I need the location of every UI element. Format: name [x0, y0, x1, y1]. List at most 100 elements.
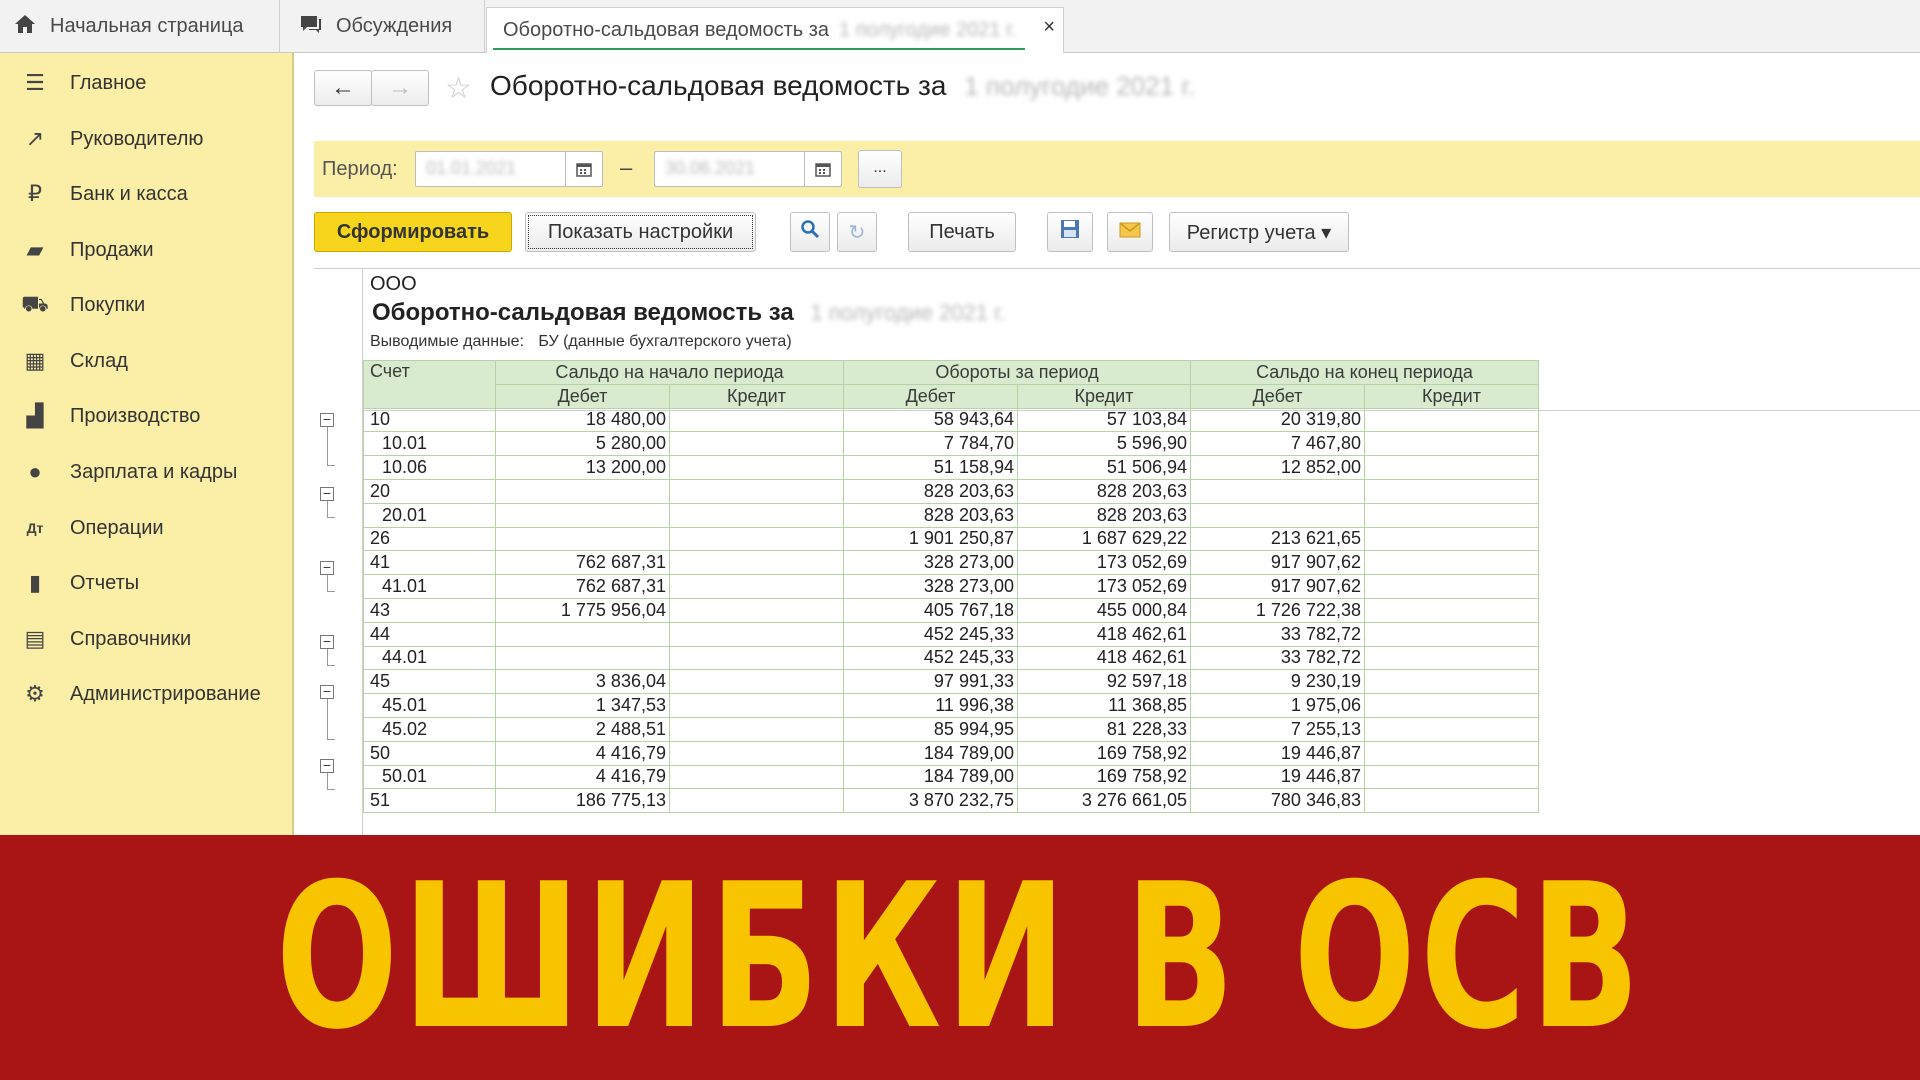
amount-cell[interactable]	[669, 597, 844, 623]
collapse-icon[interactable]: −	[320, 486, 334, 501]
amount-cell[interactable]: 828 203,63	[843, 502, 1018, 528]
calendar-icon[interactable]	[804, 152, 841, 186]
calendar-icon[interactable]	[565, 152, 602, 186]
amount-cell[interactable]: 3 836,04	[495, 669, 670, 695]
amount-cell[interactable]	[669, 788, 844, 814]
sidebar-item-production[interactable]: ▟ Производство	[0, 394, 294, 438]
account-cell[interactable]: 45.02	[363, 716, 496, 742]
amount-cell[interactable]	[669, 407, 844, 433]
amount-cell[interactable]: 917 907,62	[1190, 574, 1365, 599]
amount-cell[interactable]: 11 996,38	[843, 693, 1018, 718]
account-cell[interactable]: 20.01	[363, 502, 496, 528]
amount-cell[interactable]	[1364, 621, 1539, 647]
account-cell[interactable]: 45.01	[363, 693, 496, 718]
amount-cell[interactable]: 9 230,19	[1190, 669, 1365, 695]
amount-cell[interactable]: 828 203,63	[843, 478, 1018, 504]
collapse-icon[interactable]: −	[320, 684, 334, 699]
table-row[interactable]: 50.01 4 416,79 184 789,00 169 758,92 19 446,…	[363, 764, 1539, 790]
amount-cell[interactable]	[1364, 550, 1539, 576]
forward-button[interactable]: →	[371, 70, 429, 106]
date-to-field[interactable]: 30.06.2021	[654, 151, 842, 187]
table-row[interactable]: 45.01 1 347,53 11 996,38 11 368,85 1 975,06	[363, 693, 1539, 718]
sidebar-item-manager[interactable]: ↗ Руководителю	[0, 117, 294, 161]
tab-discussions[interactable]: Обсуждения	[280, 0, 485, 53]
account-cell[interactable]: 10.06	[363, 455, 496, 480]
generate-button[interactable]: Сформировать	[314, 212, 512, 252]
amount-cell[interactable]: 51 506,94	[1017, 455, 1191, 480]
tab-home[interactable]: Начальная страница	[0, 0, 280, 53]
table-row[interactable]: 20.01 828 203,63 828 203,63	[363, 502, 1539, 528]
amount-cell[interactable]: 2 488,51	[495, 716, 670, 742]
amount-cell[interactable]: 418 462,61	[1017, 621, 1191, 647]
table-row[interactable]: 41 762 687,31 328 273,00 173 052,69 917 907,…	[363, 550, 1539, 576]
account-cell[interactable]: 45	[363, 669, 496, 695]
show-settings-button[interactable]: Показать настройки	[525, 212, 756, 252]
register-dropdown[interactable]: Регистр учета ▾	[1169, 212, 1349, 252]
amount-cell[interactable]	[495, 478, 670, 504]
account-cell[interactable]: 50	[363, 740, 496, 766]
tab-osv[interactable]: Оборотно-сальдовая ведомость за 1 полуго…	[486, 7, 1064, 53]
email-button[interactable]	[1107, 212, 1153, 252]
table-row[interactable]: 10.01 5 280,00 7 784,70 5 596,90 7 467,80	[363, 431, 1539, 457]
amount-cell[interactable]	[1364, 455, 1539, 480]
amount-cell[interactable]	[495, 621, 670, 647]
amount-cell[interactable]: 780 346,83	[1190, 788, 1365, 814]
amount-cell[interactable]: 455 000,84	[1017, 597, 1191, 623]
sidebar-item-payroll[interactable]: ● Зарплата и кадры	[0, 450, 294, 494]
amount-cell[interactable]	[1190, 502, 1365, 528]
amount-cell[interactable]: 3 276 661,05	[1017, 788, 1191, 814]
amount-cell[interactable]	[669, 764, 844, 790]
amount-cell[interactable]: 762 687,31	[495, 574, 670, 599]
collapse-icon[interactable]: −	[320, 758, 334, 773]
sidebar-item-warehouse[interactable]: ▦ Склад	[0, 339, 294, 383]
amount-cell[interactable]: 1 901 250,87	[843, 526, 1018, 552]
collapse-icon[interactable]: −	[320, 560, 334, 575]
amount-cell[interactable]: 1 726 722,38	[1190, 597, 1365, 623]
amount-cell[interactable]: 81 228,33	[1017, 716, 1191, 742]
table-row[interactable]: 10 18 480,00 58 943,64 57 103,84 20 319,80	[363, 407, 1539, 433]
table-row[interactable]: 10.06 13 200,00 51 158,94 51 506,94 12 852,0…	[363, 455, 1539, 480]
table-row[interactable]: 44.01 452 245,33 418 462,61 33 782,72	[363, 645, 1539, 671]
account-cell[interactable]: 50.01	[363, 764, 496, 790]
star-icon[interactable]: ☆	[445, 71, 472, 106]
amount-cell[interactable]	[1364, 478, 1539, 504]
amount-cell[interactable]: 213 621,65	[1190, 526, 1365, 552]
amount-cell[interactable]	[1364, 669, 1539, 695]
amount-cell[interactable]: 184 789,00	[843, 740, 1018, 766]
amount-cell[interactable]	[1364, 645, 1539, 671]
sidebar-item-sales[interactable]: ▰ Продажи	[0, 228, 294, 272]
save-button[interactable]	[1047, 212, 1093, 252]
amount-cell[interactable]: 19 446,87	[1190, 764, 1365, 790]
amount-cell[interactable]: 13 200,00	[495, 455, 670, 480]
amount-cell[interactable]	[669, 526, 844, 552]
amount-cell[interactable]: 762 687,31	[495, 550, 670, 576]
collapse-icon[interactable]: −	[320, 412, 334, 427]
table-row[interactable]: 50 4 416,79 184 789,00 169 758,92 19 446,87	[363, 740, 1539, 766]
amount-cell[interactable]: 20 319,80	[1190, 407, 1365, 433]
search-refresh-button[interactable]: ↻	[837, 212, 877, 252]
amount-cell[interactable]	[1364, 764, 1539, 790]
amount-cell[interactable]: 828 203,63	[1017, 502, 1191, 528]
account-cell[interactable]: 43	[363, 597, 496, 623]
account-cell[interactable]: 10.01	[363, 431, 496, 457]
table-row[interactable]: 20 828 203,63 828 203,63	[363, 478, 1539, 504]
amount-cell[interactable]: 184 789,00	[843, 764, 1018, 790]
amount-cell[interactable]: 405 767,18	[843, 597, 1018, 623]
table-row[interactable]: 45.02 2 488,51 85 994,95 81 228,33 7 255,13	[363, 716, 1539, 742]
amount-cell[interactable]	[669, 645, 844, 671]
amount-cell[interactable]: 11 368,85	[1017, 693, 1191, 718]
amount-cell[interactable]	[1364, 431, 1539, 457]
amount-cell[interactable]	[1364, 597, 1539, 623]
amount-cell[interactable]: 452 245,33	[843, 621, 1018, 647]
amount-cell[interactable]	[669, 740, 844, 766]
account-cell[interactable]: 44.01	[363, 645, 496, 671]
amount-cell[interactable]	[1364, 502, 1539, 528]
amount-cell[interactable]: 57 103,84	[1017, 407, 1191, 433]
amount-cell[interactable]: 51 158,94	[843, 455, 1018, 480]
amount-cell[interactable]	[669, 693, 844, 718]
account-cell[interactable]: 41	[363, 550, 496, 576]
close-icon[interactable]: ×	[1043, 16, 1055, 39]
amount-cell[interactable]: 3 870 232,75	[843, 788, 1018, 814]
amount-cell[interactable]: 1 775 956,04	[495, 597, 670, 623]
amount-cell[interactable]: 1 347,53	[495, 693, 670, 718]
